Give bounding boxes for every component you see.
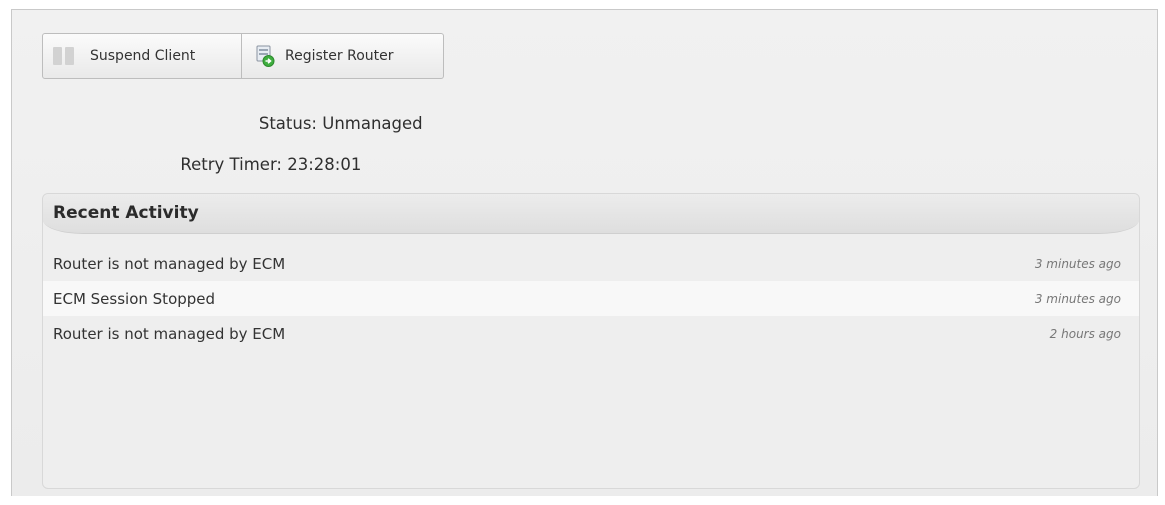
recent-activity-title: Recent Activity [43,194,1139,234]
activity-item: ECM Session Stopped 3 minutes ago [43,281,1139,316]
suspend-client-label: Suspend Client [90,48,196,64]
retry-timer-label: Retry Timer: [180,155,282,174]
activity-message: ECM Session Stopped [53,289,216,308]
register-router-label: Register Router [285,48,394,64]
status-row: Status: Unmanaged [12,114,423,133]
pause-icon [53,47,74,65]
status-value: Unmanaged [322,114,423,133]
activity-item: Router is not managed by ECM 3 minutes a… [43,246,1139,281]
activity-time: 3 minutes ago [1034,291,1121,306]
activity-time: 2 hours ago [1049,326,1121,341]
activity-list: Router is not managed by ECM 3 minutes a… [43,234,1139,351]
suspend-client-button[interactable]: Suspend Client [42,33,242,79]
register-router-button[interactable]: Register Router [242,33,444,79]
toolbar: Suspend Client Register Router [42,33,444,79]
router-register-icon [256,45,275,67]
retry-timer-row: Retry Timer: 23:28:01 [12,155,361,174]
activity-time: 3 minutes ago [1034,256,1121,271]
status-label: Status: [258,114,317,133]
activity-item: Router is not managed by ECM 2 hours ago [43,316,1139,351]
activity-message: Router is not managed by ECM [53,324,286,343]
activity-message: Router is not managed by ECM [53,254,286,273]
recent-activity-panel: Recent Activity Router is not managed by… [42,193,1140,489]
retry-timer-value: 23:28:01 [287,155,362,174]
